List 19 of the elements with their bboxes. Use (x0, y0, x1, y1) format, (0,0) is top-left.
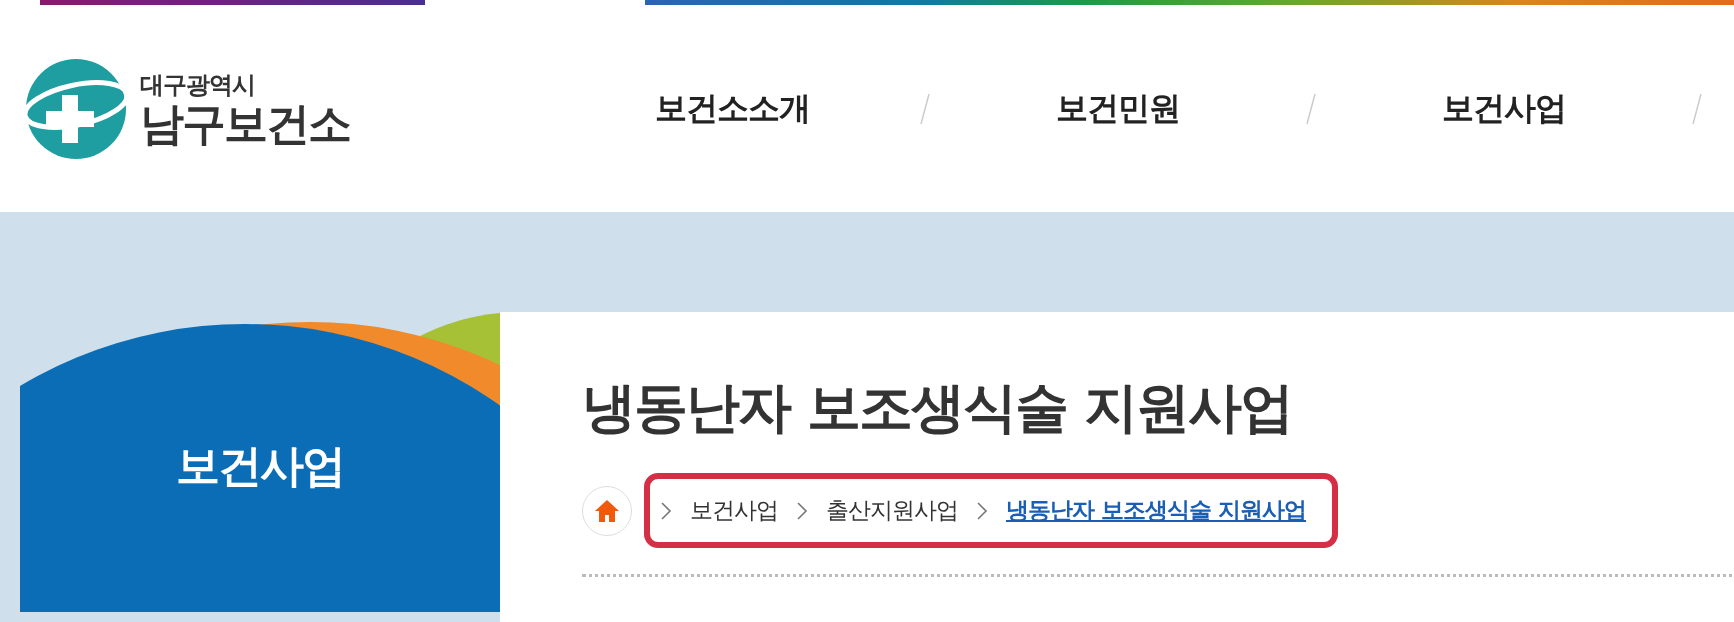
home-button[interactable] (582, 485, 632, 536)
breadcrumb-link[interactable]: 출산지원사업 (826, 495, 958, 526)
chevron-icon (976, 500, 988, 521)
section-title: 보건사업 (175, 439, 345, 493)
breadcrumb-link[interactable]: 냉동난자 보조생식술 지원사업 (1006, 495, 1306, 526)
divider-icon (1306, 91, 1316, 126)
cross-logo-icon[interactable] (24, 56, 128, 161)
page-title: 냉동난자 보조생식술 지원사업 (582, 375, 1293, 441)
nav-link[interactable]: 보건민원 (930, 86, 1306, 131)
home-icon[interactable] (594, 498, 620, 523)
chevron-icon (660, 500, 672, 521)
nav-link[interactable]: 보건소소개 (544, 86, 920, 131)
logo-title: 남구보건소 (140, 101, 350, 148)
nav-link[interactable]: 보건사업 (1316, 86, 1692, 131)
divider-icon (1692, 91, 1702, 126)
logo-subtitle: 대구광역시 (140, 70, 256, 102)
chevron-icon (796, 500, 808, 521)
divider-icon (920, 91, 930, 126)
breadcrumb-link[interactable]: 보건사업 (690, 495, 778, 526)
